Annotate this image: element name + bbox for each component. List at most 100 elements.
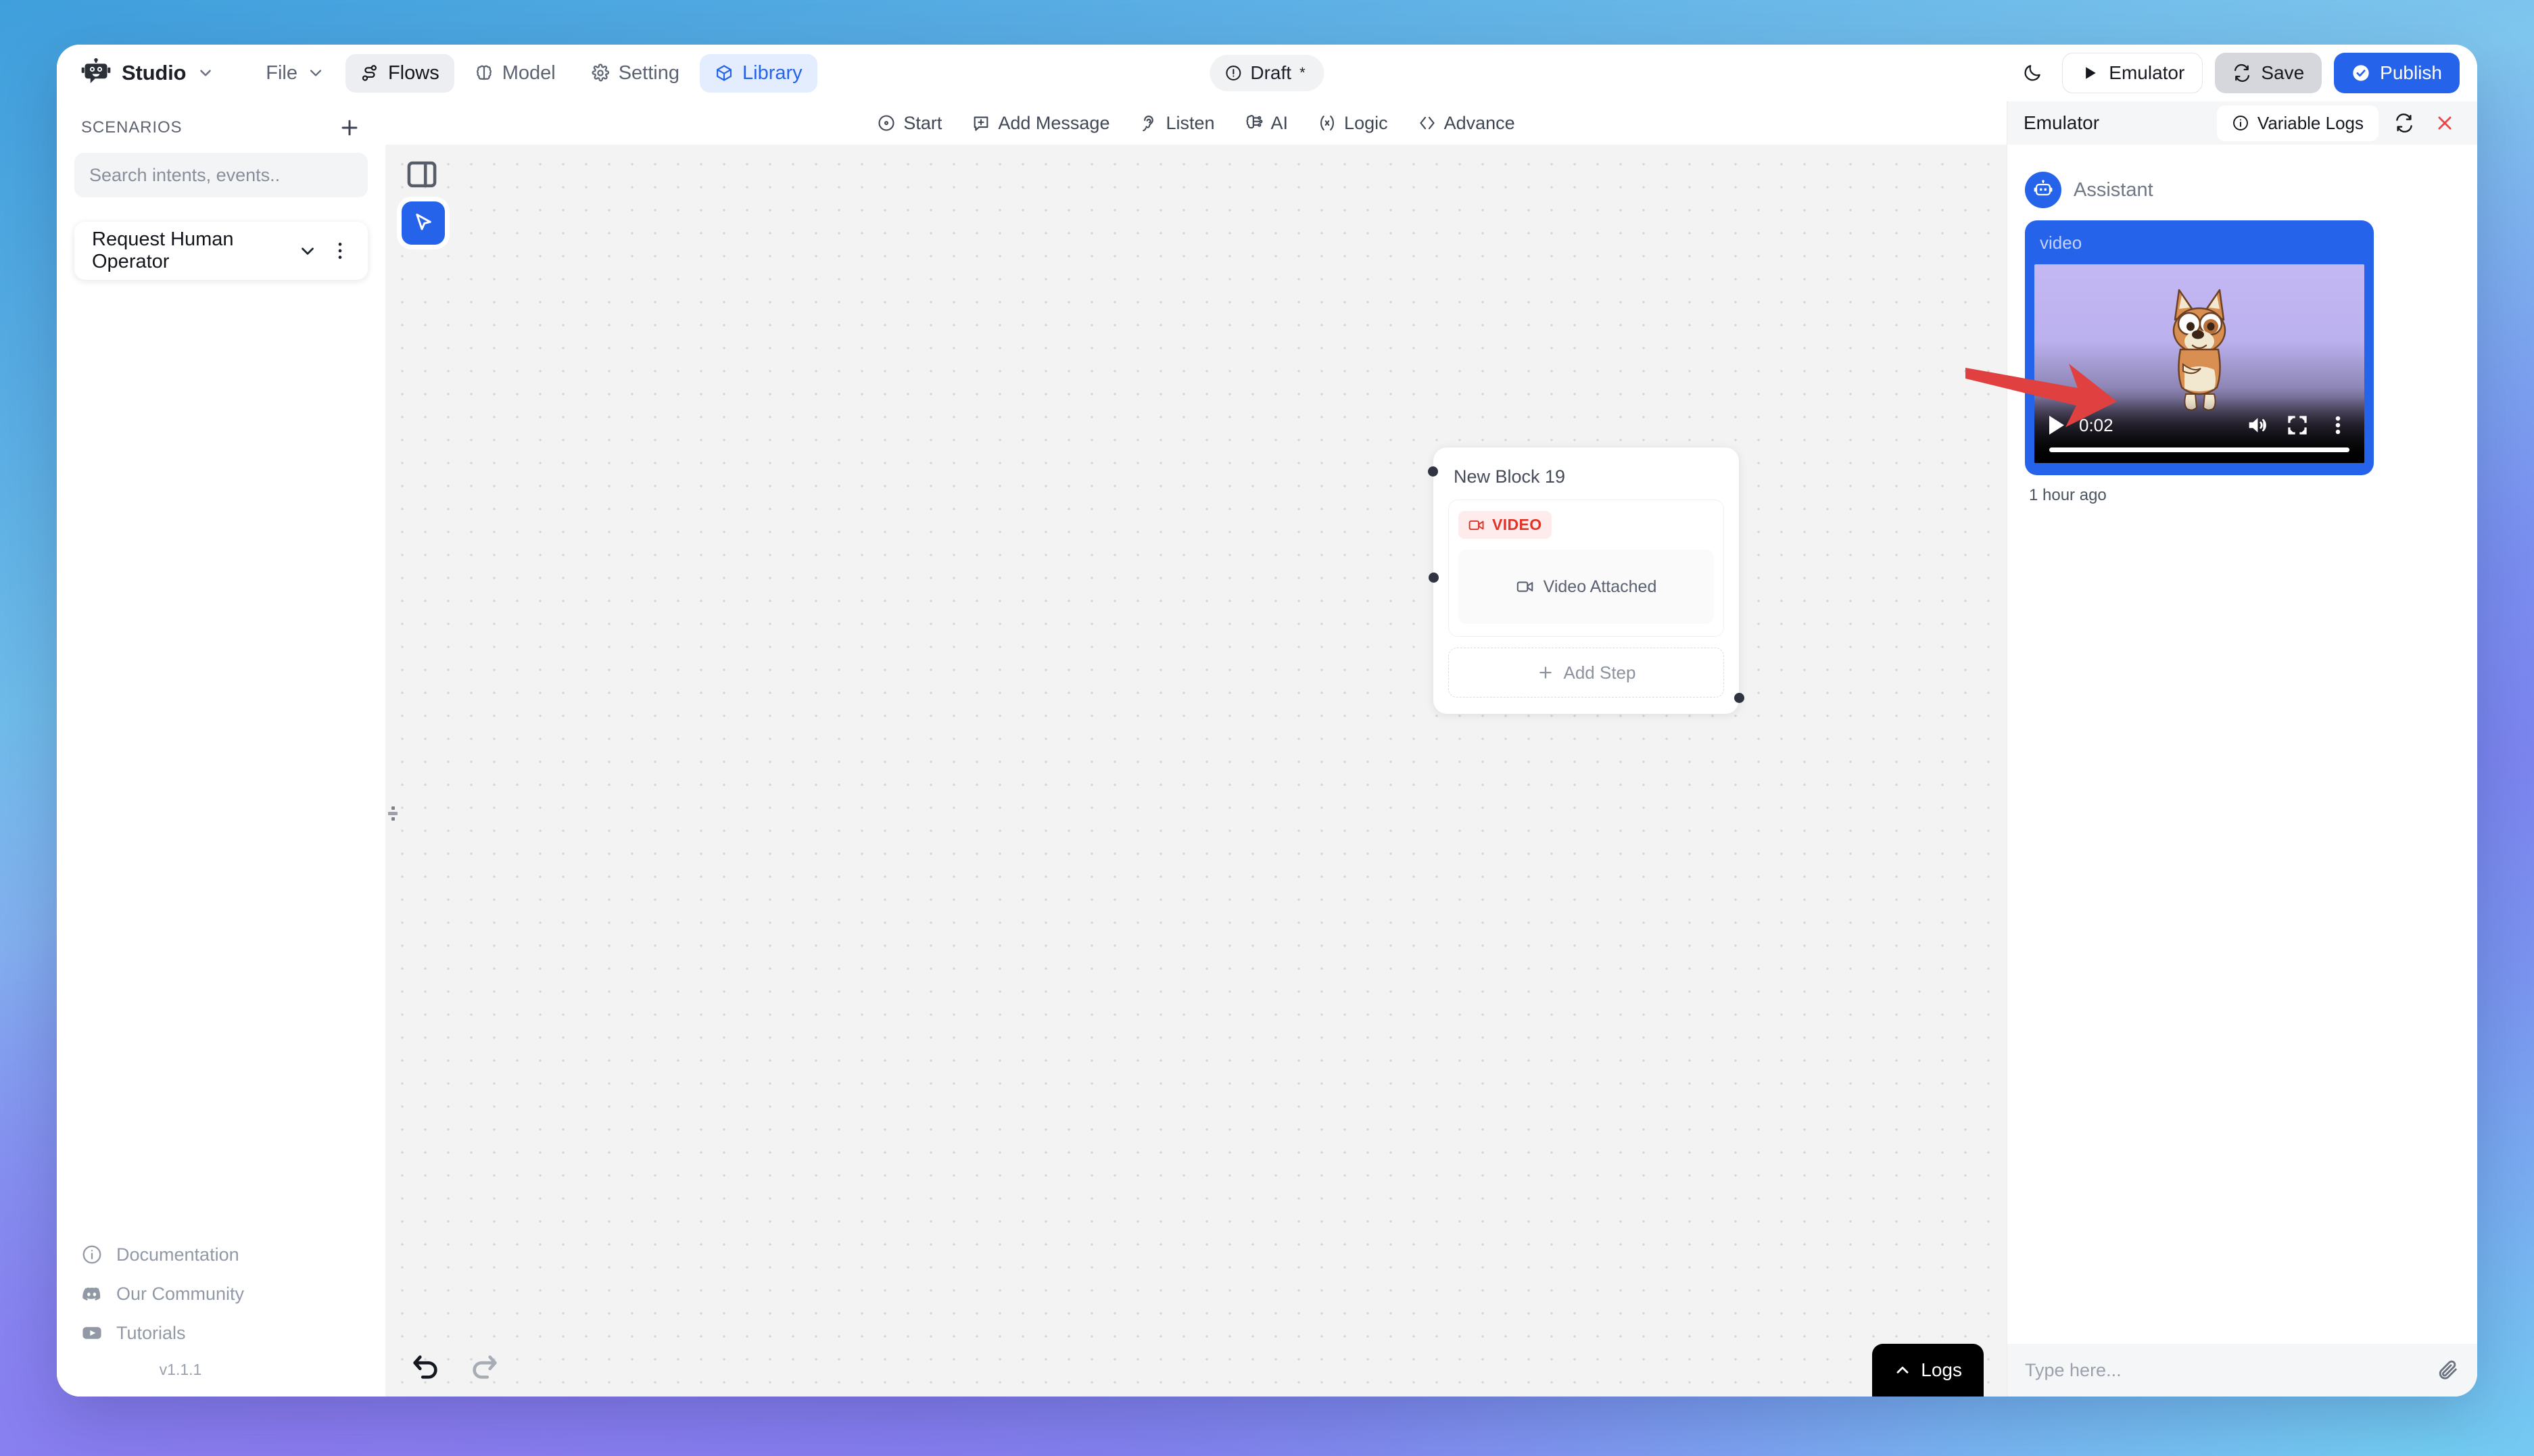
sidebar-link-label: Tutorials xyxy=(116,1322,186,1343)
message-header: Assistant xyxy=(2025,172,2460,208)
add-step-button[interactable]: Add Step xyxy=(1448,648,1724,698)
emulator-input-bar xyxy=(2007,1344,2477,1397)
block-port-middle-left[interactable] xyxy=(1429,573,1439,583)
sidebar-link-our-community[interactable]: Our Community xyxy=(57,1274,385,1313)
tool-start[interactable]: Start xyxy=(862,107,957,139)
menu-item-file[interactable]: File xyxy=(251,54,340,93)
robot-icon xyxy=(81,58,111,84)
publish-button-label: Publish xyxy=(2380,62,2442,83)
ear-icon xyxy=(1143,116,1154,132)
tool-add-message[interactable]: Add Message xyxy=(957,107,1124,139)
plus-icon[interactable] xyxy=(338,116,361,139)
left-sidebar: SCENARIOS Request Human Operator xyxy=(57,101,385,1397)
logs-button[interactable]: Logs xyxy=(1872,1344,1984,1397)
badge-label: VIDEO xyxy=(1492,516,1542,533)
tool-ai[interactable]: AI xyxy=(1230,107,1304,139)
block-port-bottom-right[interactable] xyxy=(1734,693,1744,703)
sidebar-link-tutorials[interactable]: Tutorials xyxy=(57,1313,385,1353)
tool-label: Add Message xyxy=(998,112,1110,133)
video-controls: 0:02 xyxy=(2034,398,2364,463)
code-brackets-icon xyxy=(1419,116,1435,130)
volume-icon[interactable] xyxy=(2245,414,2268,437)
sync-icon xyxy=(2234,64,2250,82)
video-progress-bar[interactable] xyxy=(2049,447,2349,452)
tool-logic[interactable]: Logic xyxy=(1303,107,1403,139)
app-window: Studio File Flows Model Setting Library … xyxy=(57,45,2477,1397)
emulator-refresh-button[interactable] xyxy=(2389,108,2419,138)
step-media-placeholder: Video Attached xyxy=(1458,550,1714,624)
media-label: Video Attached xyxy=(1543,577,1657,596)
block-port-top-left[interactable] xyxy=(1428,466,1438,477)
save-button[interactable]: Save xyxy=(2215,53,2322,93)
emulator-header: Emulator Variable Logs xyxy=(2007,101,2477,145)
emulator-conversation: Assistant video 0:02 1 hour ago xyxy=(2007,145,2477,1344)
start-circle-icon xyxy=(878,115,894,131)
tool-label: Advance xyxy=(1443,112,1515,133)
menu-item-label: Setting xyxy=(618,62,679,84)
app-version: v1.1.1 xyxy=(159,1361,202,1378)
discord-icon xyxy=(82,1287,101,1301)
play-icon xyxy=(2086,67,2097,79)
brand-menu[interactable]: Studio xyxy=(74,58,221,88)
body-row: SCENARIOS Request Human Operator xyxy=(57,101,2477,1397)
tool-label: Logic xyxy=(1344,112,1388,133)
menu-item-model[interactable]: Model xyxy=(460,54,571,93)
emulator-message-input[interactable] xyxy=(2025,1359,2426,1381)
info-circle-icon xyxy=(82,1245,101,1264)
chevron-down-icon xyxy=(310,70,322,76)
moon-icon xyxy=(2024,65,2041,81)
undo-arrow-icon[interactable] xyxy=(410,1351,441,1382)
chevron-down-icon xyxy=(200,70,212,76)
canvas-resize-handle[interactable] xyxy=(385,798,400,829)
logs-button-label: Logs xyxy=(1921,1359,1962,1380)
variable-logs-button[interactable]: Variable Logs xyxy=(2216,105,2378,141)
play-icon[interactable] xyxy=(2049,416,2064,435)
message-author: Assistant xyxy=(2074,178,2153,201)
scenarios-title: SCENARIOS xyxy=(81,118,183,137)
dark-mode-toggle[interactable] xyxy=(2015,55,2050,91)
emulator-button-label: Emulator xyxy=(2109,62,2185,83)
redo-arrow-icon[interactable] xyxy=(469,1351,500,1382)
top-bar: Studio File Flows Model Setting Library … xyxy=(57,45,2477,101)
gear-icon xyxy=(592,64,609,82)
flow-canvas[interactable]: Start Add Message Listen AI Logic Advanc… xyxy=(385,101,2007,1397)
menu-item-label: Model xyxy=(502,62,556,84)
scenario-search[interactable] xyxy=(74,153,368,197)
menu-item-flows[interactable]: Flows xyxy=(345,53,454,93)
tool-listen[interactable]: Listen xyxy=(1124,107,1229,139)
emulator-button[interactable]: Emulator xyxy=(2062,53,2203,93)
paperclip-icon[interactable] xyxy=(2437,1359,2460,1382)
status-marker: * xyxy=(1299,64,1306,81)
status-label: Draft xyxy=(1250,62,1292,83)
status-badge[interactable]: Draft * xyxy=(1210,55,1324,91)
publish-button[interactable]: Publish xyxy=(2334,53,2460,93)
sidebar-toggle-icon[interactable] xyxy=(404,157,439,192)
tool-advance[interactable]: Advance xyxy=(1403,107,1530,139)
refresh-icon xyxy=(2396,113,2412,133)
block-step-video[interactable]: VIDEO Video Attached xyxy=(1448,500,1724,637)
emulator-close-button[interactable] xyxy=(2430,108,2460,138)
cursor-pointer-icon xyxy=(416,214,431,230)
menu-item-library[interactable]: Library xyxy=(700,53,817,93)
emulator-title: Emulator xyxy=(2024,112,2100,133)
sidebar-link-documentation[interactable]: Documentation xyxy=(57,1235,385,1274)
tool-label: Start xyxy=(903,112,942,133)
chevron-down-icon[interactable] xyxy=(297,241,318,261)
brain-icon xyxy=(476,65,492,80)
video-player[interactable]: 0:02 xyxy=(2034,264,2364,463)
main-menu: File Flows Model Setting Library xyxy=(251,53,817,93)
menu-item-setting[interactable]: Setting xyxy=(576,54,694,93)
message-plus-icon xyxy=(974,116,988,131)
cursor-tool-button[interactable] xyxy=(402,201,445,245)
robot-icon xyxy=(2034,180,2053,196)
cube-icon xyxy=(716,65,732,81)
video-thumbnail-art xyxy=(2172,289,2226,411)
block-title: New Block 19 xyxy=(1454,466,1566,487)
more-vertical-icon[interactable] xyxy=(2326,414,2349,437)
flow-block-new-block-19[interactable]: New Block 19 VIDEO Video Attached Add St… xyxy=(1428,447,1744,714)
search-input[interactable] xyxy=(89,164,353,186)
fullscreen-icon[interactable] xyxy=(2286,414,2309,437)
chevron-up-icon xyxy=(1896,1366,1909,1374)
more-vertical-icon[interactable] xyxy=(329,239,352,262)
scenario-item-request-human-operator[interactable]: Request Human Operator xyxy=(74,222,368,280)
